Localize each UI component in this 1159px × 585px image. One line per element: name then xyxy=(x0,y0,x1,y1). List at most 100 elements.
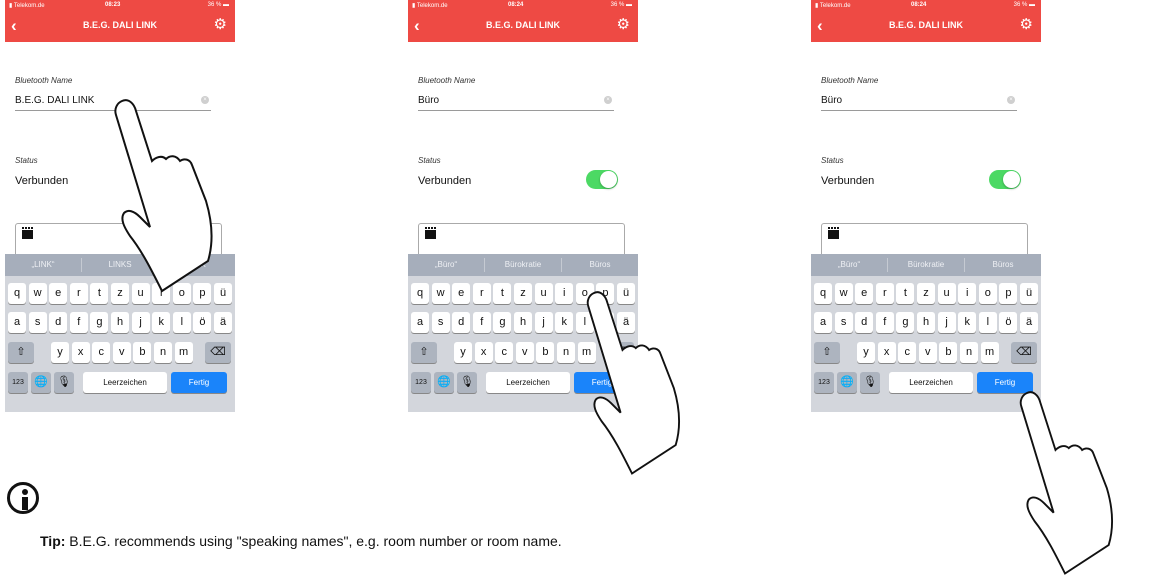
key-x[interactable]: x xyxy=(474,342,493,363)
globe-icon[interactable]: 🌐 xyxy=(837,372,857,393)
key-e[interactable]: e xyxy=(49,283,68,304)
key-f[interactable]: f xyxy=(875,312,894,333)
key-s[interactable]: s xyxy=(431,312,450,333)
bluetooth-name-input[interactable]: Büro xyxy=(418,95,439,106)
key-s[interactable]: s xyxy=(28,312,47,333)
suggestion-item[interactable]: Büros xyxy=(562,260,638,269)
key-h[interactable]: h xyxy=(514,312,532,333)
key-t[interactable]: t xyxy=(90,283,109,304)
key-h[interactable]: h xyxy=(111,312,129,333)
key-r[interactable]: r xyxy=(472,283,491,304)
key-m[interactable]: m xyxy=(980,342,999,363)
numbers-key[interactable]: 123 xyxy=(814,372,834,393)
key-y[interactable]: y xyxy=(857,342,875,363)
key-v[interactable]: v xyxy=(515,342,534,363)
key-k[interactable]: k xyxy=(152,312,171,333)
key-y[interactable]: y xyxy=(51,342,69,363)
key-z[interactable]: z xyxy=(514,283,532,304)
key-o[interactable]: o xyxy=(575,283,594,304)
globe-icon[interactable]: 🌐 xyxy=(31,372,51,393)
key-g[interactable]: g xyxy=(90,312,109,333)
key-f[interactable]: f xyxy=(472,312,491,333)
key-ü[interactable]: ü xyxy=(1020,283,1038,304)
key-k[interactable]: k xyxy=(555,312,574,333)
key-a[interactable]: a xyxy=(8,312,26,333)
key-z[interactable]: z xyxy=(111,283,129,304)
backspace-icon[interactable]: ⌫ xyxy=(205,342,231,363)
key-y[interactable]: y xyxy=(454,342,472,363)
suggestion-item[interactable]: Bürokratie xyxy=(485,260,561,269)
key-ü[interactable]: ü xyxy=(617,283,635,304)
key-k[interactable]: k xyxy=(958,312,977,333)
microphone-icon[interactable]: 🎙 xyxy=(860,372,880,393)
key-j[interactable]: j xyxy=(131,312,150,333)
key-u[interactable]: u xyxy=(131,283,150,304)
microphone-icon[interactable]: 🎙 xyxy=(457,372,477,393)
key-ö[interactable]: ö xyxy=(193,312,212,333)
key-d[interactable]: d xyxy=(855,312,874,333)
key-r[interactable]: r xyxy=(875,283,894,304)
key-n[interactable]: n xyxy=(154,342,172,363)
key-a[interactable]: a xyxy=(411,312,429,333)
key-g[interactable]: g xyxy=(896,312,915,333)
done-key[interactable]: Fertig xyxy=(171,372,227,393)
key-r[interactable]: r xyxy=(69,283,88,304)
suggestion-item[interactable]: LINKS xyxy=(82,260,158,269)
key-ö[interactable]: ö xyxy=(596,312,615,333)
suggestion-item[interactable]: Bürokratie xyxy=(888,260,964,269)
key-ä[interactable]: ä xyxy=(1020,312,1038,333)
space-key[interactable]: Leerzeichen xyxy=(83,372,167,393)
key-x[interactable]: x xyxy=(877,342,896,363)
key-t[interactable]: t xyxy=(896,283,915,304)
key-d[interactable]: d xyxy=(49,312,68,333)
backspace-icon[interactable]: ⌫ xyxy=(608,342,634,363)
key-ö[interactable]: ö xyxy=(999,312,1018,333)
key-j[interactable]: j xyxy=(534,312,553,333)
bluetooth-name-input[interactable]: B.E.G. DALI LINK xyxy=(15,95,94,106)
key-h[interactable]: h xyxy=(917,312,935,333)
key-v[interactable]: v xyxy=(112,342,131,363)
key-x[interactable]: x xyxy=(71,342,90,363)
key-p[interactable]: p xyxy=(193,283,212,304)
key-m[interactable]: m xyxy=(577,342,596,363)
key-q[interactable]: q xyxy=(411,283,429,304)
connection-toggle[interactable] xyxy=(989,170,1021,189)
key-i[interactable]: i xyxy=(555,283,574,304)
done-key[interactable]: Fertig xyxy=(574,372,630,393)
bluetooth-name-input[interactable]: Büro xyxy=(821,95,842,106)
key-b[interactable]: b xyxy=(939,342,958,363)
key-q[interactable]: q xyxy=(8,283,26,304)
suggestion-item[interactable]: „LINK“ xyxy=(5,260,81,269)
key-c[interactable]: c xyxy=(495,342,514,363)
globe-icon[interactable]: 🌐 xyxy=(434,372,454,393)
key-ä[interactable]: ä xyxy=(617,312,635,333)
key-e[interactable]: e xyxy=(452,283,471,304)
key-f[interactable]: f xyxy=(69,312,88,333)
space-key[interactable]: Leerzeichen xyxy=(889,372,973,393)
key-b[interactable]: b xyxy=(133,342,152,363)
numbers-key[interactable]: 123 xyxy=(411,372,431,393)
done-key[interactable]: Fertig xyxy=(977,372,1033,393)
key-d[interactable]: d xyxy=(452,312,471,333)
key-n[interactable]: n xyxy=(557,342,575,363)
key-ü[interactable]: ü xyxy=(214,283,232,304)
key-p[interactable]: p xyxy=(596,283,615,304)
key-u[interactable]: u xyxy=(937,283,956,304)
key-u[interactable]: u xyxy=(534,283,553,304)
key-c[interactable]: c xyxy=(898,342,917,363)
key-ä[interactable]: ä xyxy=(214,312,232,333)
clear-icon[interactable]: × xyxy=(1007,96,1015,104)
shift-icon[interactable]: ⇧ xyxy=(8,342,34,363)
shift-icon[interactable]: ⇧ xyxy=(411,342,437,363)
key-o[interactable]: o xyxy=(172,283,191,304)
key-g[interactable]: g xyxy=(493,312,512,333)
connection-toggle[interactable] xyxy=(586,170,618,189)
space-key[interactable]: Leerzeichen xyxy=(486,372,570,393)
key-n[interactable]: n xyxy=(960,342,978,363)
key-w[interactable]: w xyxy=(834,283,853,304)
key-v[interactable]: v xyxy=(918,342,937,363)
key-a[interactable]: a xyxy=(814,312,832,333)
shift-icon[interactable]: ⇧ xyxy=(814,342,840,363)
gear-icon[interactable]: ⚙ xyxy=(617,16,630,34)
backspace-icon[interactable]: ⌫ xyxy=(1011,342,1037,363)
